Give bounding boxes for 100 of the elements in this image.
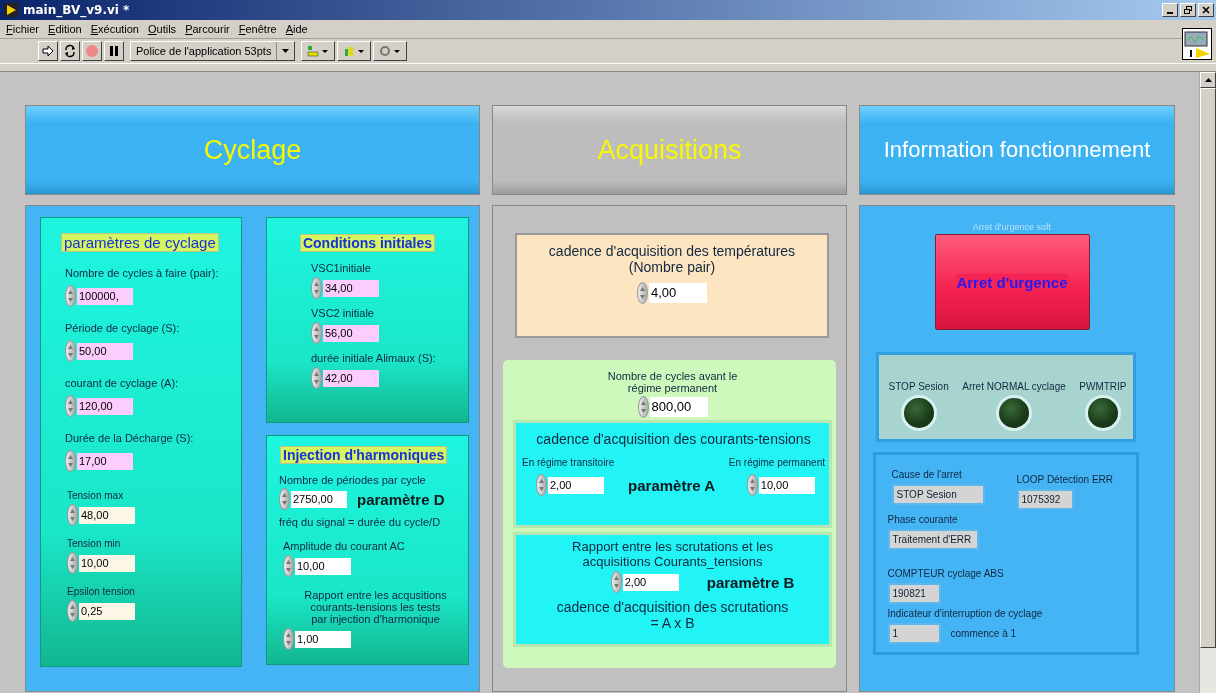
pause-icon	[109, 45, 119, 57]
restore-button[interactable]	[1180, 3, 1196, 17]
parameter-label: paramètre B	[706, 573, 795, 591]
numeric-field[interactable]: 4,00	[649, 283, 707, 303]
up-down-arrows-icon	[68, 602, 77, 620]
distribute-dropdown[interactable]	[337, 41, 372, 61]
spin-button[interactable]	[65, 395, 76, 417]
up-down-arrows-icon	[280, 490, 289, 508]
up-down-arrows-icon	[66, 452, 75, 470]
numeric-field[interactable]: 10,00	[79, 554, 135, 572]
spin-button[interactable]	[279, 488, 290, 510]
up-down-arrows-icon	[312, 279, 321, 297]
numeric-field[interactable]: 10,00	[758, 476, 815, 494]
control-label: Rapport entre les scrutations et les acquisitions Courants_tensions	[571, 539, 774, 569]
scroll-thumb[interactable]	[1200, 88, 1216, 648]
spin-button[interactable]	[65, 285, 76, 307]
menu-item[interactable]: Parcourir	[185, 23, 230, 35]
abort-button[interactable]	[82, 41, 102, 61]
spin-button[interactable]	[610, 571, 622, 593]
menu-item[interactable]: Outils	[148, 23, 177, 35]
up-down-arrows-icon	[66, 397, 75, 415]
parameter-label: paramètre A	[628, 477, 716, 496]
led-label: PWMTRIP	[1079, 381, 1127, 392]
spin-button[interactable]	[637, 396, 649, 418]
close-icon	[1202, 6, 1210, 14]
indicator-field: STOP Sesion	[891, 484, 985, 505]
spin-button[interactable]	[67, 552, 78, 574]
indicator-note: commence à 1	[950, 628, 1017, 639]
circular-arrows-icon	[63, 44, 77, 58]
numeric-field[interactable]: 56,00	[323, 324, 379, 342]
numeric-field[interactable]: 120,00	[77, 397, 133, 415]
up-down-arrows-icon	[537, 476, 546, 494]
up-down-arrows-icon	[284, 557, 293, 575]
numeric-field[interactable]: 50,00	[77, 342, 133, 360]
menu-item[interactable]: Fichier	[6, 23, 40, 35]
spin-button[interactable]	[311, 277, 322, 299]
vertical-scrollbar[interactable]	[1199, 72, 1216, 693]
spin-button[interactable]	[637, 282, 648, 304]
control-label: Tension min	[67, 538, 122, 549]
spin-button[interactable]	[67, 600, 78, 622]
control-label: cadence d'acquisition des températures (Nombre pair)	[547, 243, 797, 275]
up-down-arrows-icon	[638, 284, 647, 302]
numeric-field[interactable]: 2,00	[548, 476, 604, 494]
spin-button[interactable]	[311, 367, 322, 389]
scroll-up-button[interactable]	[1200, 72, 1216, 88]
indicator-field: 190821	[887, 583, 941, 604]
numeric-field[interactable]: 34,00	[323, 279, 379, 297]
spin-button[interactable]	[283, 555, 294, 577]
up-down-arrows-icon	[747, 476, 757, 494]
run-continuously-button[interactable]	[60, 41, 80, 61]
run-arrow-button[interactable]	[38, 41, 58, 61]
group-title: cadence d'acquisition des courants-tensions	[535, 431, 812, 447]
group-title: Conditions initiales	[299, 234, 436, 252]
numeric-field[interactable]: 1,00	[295, 630, 351, 648]
formula-text: fréq du signal = durée du cycle/D	[279, 516, 442, 528]
spin-button[interactable]	[311, 322, 322, 344]
control-label: Période de cyclage (S):	[65, 322, 181, 334]
reorder-dropdown[interactable]	[373, 41, 408, 61]
font-dropdown[interactable]: Police de l'application 53pts	[130, 41, 296, 61]
numeric-field[interactable]: 100000,	[77, 287, 133, 305]
up-down-arrows-icon	[284, 630, 293, 648]
control-label: Epsilon tension	[67, 586, 136, 597]
indicator-field: Traitement d'ERR	[887, 529, 979, 550]
distribute-objects-icon	[343, 45, 366, 57]
numeric-field[interactable]: 2750,00	[291, 490, 347, 508]
align-dropdown[interactable]	[301, 41, 336, 61]
spin-button[interactable]	[65, 450, 76, 472]
section-title: Cyclage	[203, 134, 302, 166]
spin-button[interactable]	[536, 474, 547, 496]
numeric-field[interactable]: 48,00	[79, 506, 135, 524]
reorder-icon	[379, 45, 402, 57]
up-down-arrows-icon	[68, 554, 77, 572]
indicator-label: Cause de l'arret	[891, 469, 963, 480]
numeric-field[interactable]: 17,00	[77, 452, 133, 470]
numeric-field[interactable]: 0,25	[79, 602, 135, 620]
spin-button[interactable]	[283, 628, 294, 650]
control-label: courant de cyclage (A):	[65, 377, 180, 389]
numeric-field[interactable]: 10,00	[295, 557, 351, 575]
button-caption: Arret d'urgence soft	[972, 222, 1052, 232]
numeric-field[interactable]: 42,00	[323, 369, 379, 387]
menu-item[interactable]: Exécution	[90, 23, 139, 35]
menu-item[interactable]: Edition	[48, 23, 82, 35]
numeric-field[interactable]: 2,00	[622, 573, 679, 591]
right-arrow-icon	[42, 45, 54, 57]
control-label: Amplitude du courant AC	[283, 540, 406, 552]
menu-item[interactable]: Fenêtre	[238, 23, 277, 35]
vi-connector-icon	[1182, 28, 1212, 60]
spin-button[interactable]	[746, 474, 758, 496]
up-down-arrows-icon	[611, 573, 621, 591]
restore-icon	[1184, 6, 1192, 14]
spin-button[interactable]	[67, 504, 78, 526]
menu-item[interactable]: Aide	[285, 23, 308, 35]
numeric-field[interactable]: 800,00	[649, 397, 708, 417]
indicator-label: Phase courante	[887, 514, 959, 525]
minimize-button[interactable]	[1162, 3, 1178, 17]
spin-button[interactable]	[65, 340, 76, 362]
window-title: main_BV_v9.vi *	[23, 3, 130, 17]
close-button[interactable]	[1198, 3, 1214, 17]
pause-button[interactable]	[104, 41, 124, 61]
control-label: VSC1initiale	[311, 262, 372, 274]
